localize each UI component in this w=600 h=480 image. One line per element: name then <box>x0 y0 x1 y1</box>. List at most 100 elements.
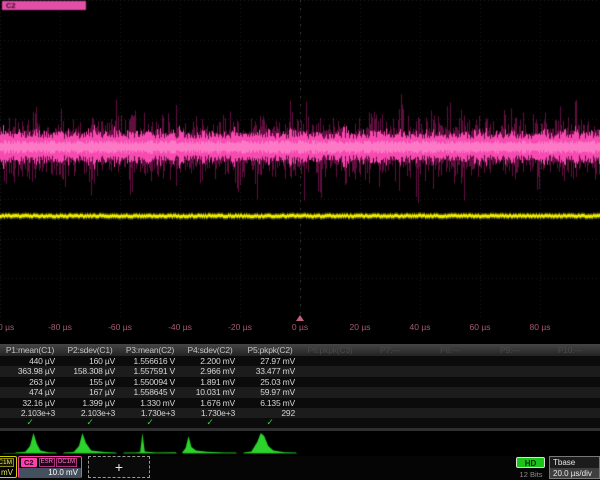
measure-cell-P7-sdev <box>360 398 420 408</box>
measure-cell-P3-value: 1.556616 V <box>120 356 180 366</box>
measure-cell-P3-min: 1.550094 V <box>120 377 180 387</box>
timebase-box[interactable]: Tbase 20.0 µs/div <box>549 456 600 479</box>
measure-cell-P4-min: 1.891 mV <box>180 377 240 387</box>
measure-status-P9 <box>480 418 540 428</box>
measure-cell-P4-sdev: 1.676 mV <box>180 398 240 408</box>
time-axis-label: 20 µs <box>350 322 371 332</box>
measure-cell-P7-max <box>360 387 420 397</box>
measure-cell-P9-mean <box>480 366 540 376</box>
measure-cell-P5-value: 27.97 mV <box>240 356 300 366</box>
measure-cell-P7-value <box>360 356 420 366</box>
time-axis-label: -60 µs <box>108 322 132 332</box>
measure-cell-P2-value: 160 µV <box>60 356 120 366</box>
measure-cell-P4-max: 10.031 mV <box>180 387 240 397</box>
measure-cell-P5-num: 292 <box>240 408 300 418</box>
time-axis-label: -80 µs <box>48 322 72 332</box>
measure-status-P5: ✓ <box>240 418 300 428</box>
measure-cell-P6-sdev <box>300 398 360 408</box>
measure-cell-P9-num <box>480 408 540 418</box>
measure-cell-P9-value <box>480 356 540 366</box>
measure-row-max: 474 µV167 µV1.558645 V10.031 mV59.97 mV <box>0 387 600 397</box>
measure-cell-P3-num: 1.730e+3 <box>120 408 180 418</box>
measure-cell-P5-max: 59.97 mV <box>240 387 300 397</box>
measure-row-min: 263 µV155 µV1.550094 V1.891 mV25.03 mV <box>0 377 600 387</box>
time-axis-label: 60 µs <box>470 322 491 332</box>
measure-header-P3[interactable]: P3:mean(C2) <box>120 344 180 356</box>
measure-cell-P5-mean: 33.477 mV <box>240 366 300 376</box>
c1-descriptor-box[interactable]: C1 DC1M 10.0 mV <box>0 456 17 478</box>
measure-header-P2[interactable]: P2:sdev(C1) <box>60 344 120 356</box>
measure-cell-P2-min: 155 µV <box>60 377 120 387</box>
measure-header-P10[interactable]: P10:--- <box>540 344 600 356</box>
measure-cell-P10-min <box>540 377 600 387</box>
c2-eres-tag: ESR <box>39 458 55 467</box>
measure-status-P1: ✓ <box>0 418 60 428</box>
measure-cell-P5-sdev: 6.135 mV <box>240 398 300 408</box>
measure-status-P2: ✓ <box>60 418 120 428</box>
c2-trace-label[interactable]: C2 <box>2 1 86 10</box>
bottom-bar: C1 DC1M 10.0 mV C2 ESR DC1M 10.0 mV + HD… <box>0 456 600 480</box>
waveform-display[interactable] <box>0 0 600 318</box>
measure-histicons[interactable] <box>0 431 600 456</box>
time-axis-label: 40 µs <box>410 322 431 332</box>
time-axis-label: 80 µs <box>530 322 551 332</box>
measure-header-P4[interactable]: P4:sdev(C2) <box>180 344 240 356</box>
measure-header-P6[interactable]: P6:pkpk(C3) <box>300 344 360 356</box>
c2-channel-badge: C2 <box>21 458 37 467</box>
measure-cell-P7-min <box>360 377 420 387</box>
measure-cell-P2-max: 167 µV <box>60 387 120 397</box>
measure-cell-P5-min: 25.03 mV <box>240 377 300 387</box>
measure-cell-P8-min <box>420 377 480 387</box>
hd-bits-label: 12 Bits <box>513 470 549 479</box>
time-axis-label: -40 µs <box>168 322 192 332</box>
c2-coupling-tag: DC1M <box>56 458 77 467</box>
add-trace-button[interactable]: + <box>88 456 150 478</box>
measure-cell-P1-sdev: 32.16 µV <box>0 398 60 408</box>
timebase-label: Tbase <box>550 457 599 468</box>
measure-status-P10 <box>540 418 600 428</box>
measure-cell-P6-mean <box>300 366 360 376</box>
measure-cell-P1-mean: 363.98 µV <box>0 366 60 376</box>
measure-cell-P8-mean <box>420 366 480 376</box>
measure-status-P3: ✓ <box>120 418 180 428</box>
measure-cell-P6-max <box>300 387 360 397</box>
measure-header-P7[interactable]: P7:--- <box>360 344 420 356</box>
measure-cell-P8-sdev <box>420 398 480 408</box>
measure-cell-P3-max: 1.558645 V <box>120 387 180 397</box>
measure-cell-P6-value <box>300 356 360 366</box>
measure-header-P1[interactable]: P1:mean(C1) <box>0 344 60 356</box>
measure-cell-P9-sdev <box>480 398 540 408</box>
timebase-value: 20.0 µs/div <box>550 468 599 479</box>
measure-status-P7 <box>360 418 420 428</box>
measure-cell-P1-value: 440 µV <box>0 356 60 366</box>
measure-header-P5[interactable]: P5:pkpk(C2) <box>240 344 300 356</box>
measure-cell-P8-num <box>420 408 480 418</box>
measure-cell-P10-num <box>540 408 600 418</box>
measure-cell-P1-num: 2.103e+3 <box>0 408 60 418</box>
measure-header-P9[interactable]: P9:--- <box>480 344 540 356</box>
time-axis-label: -20 µs <box>228 322 252 332</box>
measure-row-mean: 363.98 µV158.308 µV1.557591 V2.966 mV33.… <box>0 366 600 376</box>
hd-mode-button[interactable]: HD <box>516 457 545 468</box>
measure-row-status: ✓✓✓✓✓ <box>0 418 600 428</box>
trigger-position-marker <box>296 315 304 321</box>
measure-cell-P10-max <box>540 387 600 397</box>
measure-cell-P9-max <box>480 387 540 397</box>
measure-cell-P2-mean: 158.308 µV <box>60 366 120 376</box>
measure-row-num: 2.103e+32.103e+31.730e+31.730e+3292 <box>0 408 600 418</box>
measure-header-P8[interactable]: P8:--- <box>420 344 480 356</box>
measure-cell-P1-max: 474 µV <box>0 387 60 397</box>
c2-descriptor-box[interactable]: C2 ESR DC1M 10.0 mV <box>18 456 82 478</box>
measure-header-row: P1:mean(C1)P2:sdev(C1)P3:mean(C2)P4:sdev… <box>0 344 600 356</box>
time-axis-label: -100 µs <box>0 322 14 332</box>
measure-cell-P10-mean <box>540 366 600 376</box>
measure-cell-P3-mean: 1.557591 V <box>120 366 180 376</box>
measure-cell-P7-num <box>360 408 420 418</box>
c1-coupling-tag: DC1M <box>0 458 14 467</box>
measure-cell-P2-num: 2.103e+3 <box>60 408 120 418</box>
measure-cell-P3-sdev: 1.330 mV <box>120 398 180 408</box>
measure-cell-P7-mean <box>360 366 420 376</box>
time-axis: -100 µs-80 µs-60 µs-40 µs-20 µs0 µs20 µs… <box>0 318 600 344</box>
c1-vdiv-value: 10.0 mV <box>0 468 16 478</box>
measure-cell-P9-min <box>480 377 540 387</box>
